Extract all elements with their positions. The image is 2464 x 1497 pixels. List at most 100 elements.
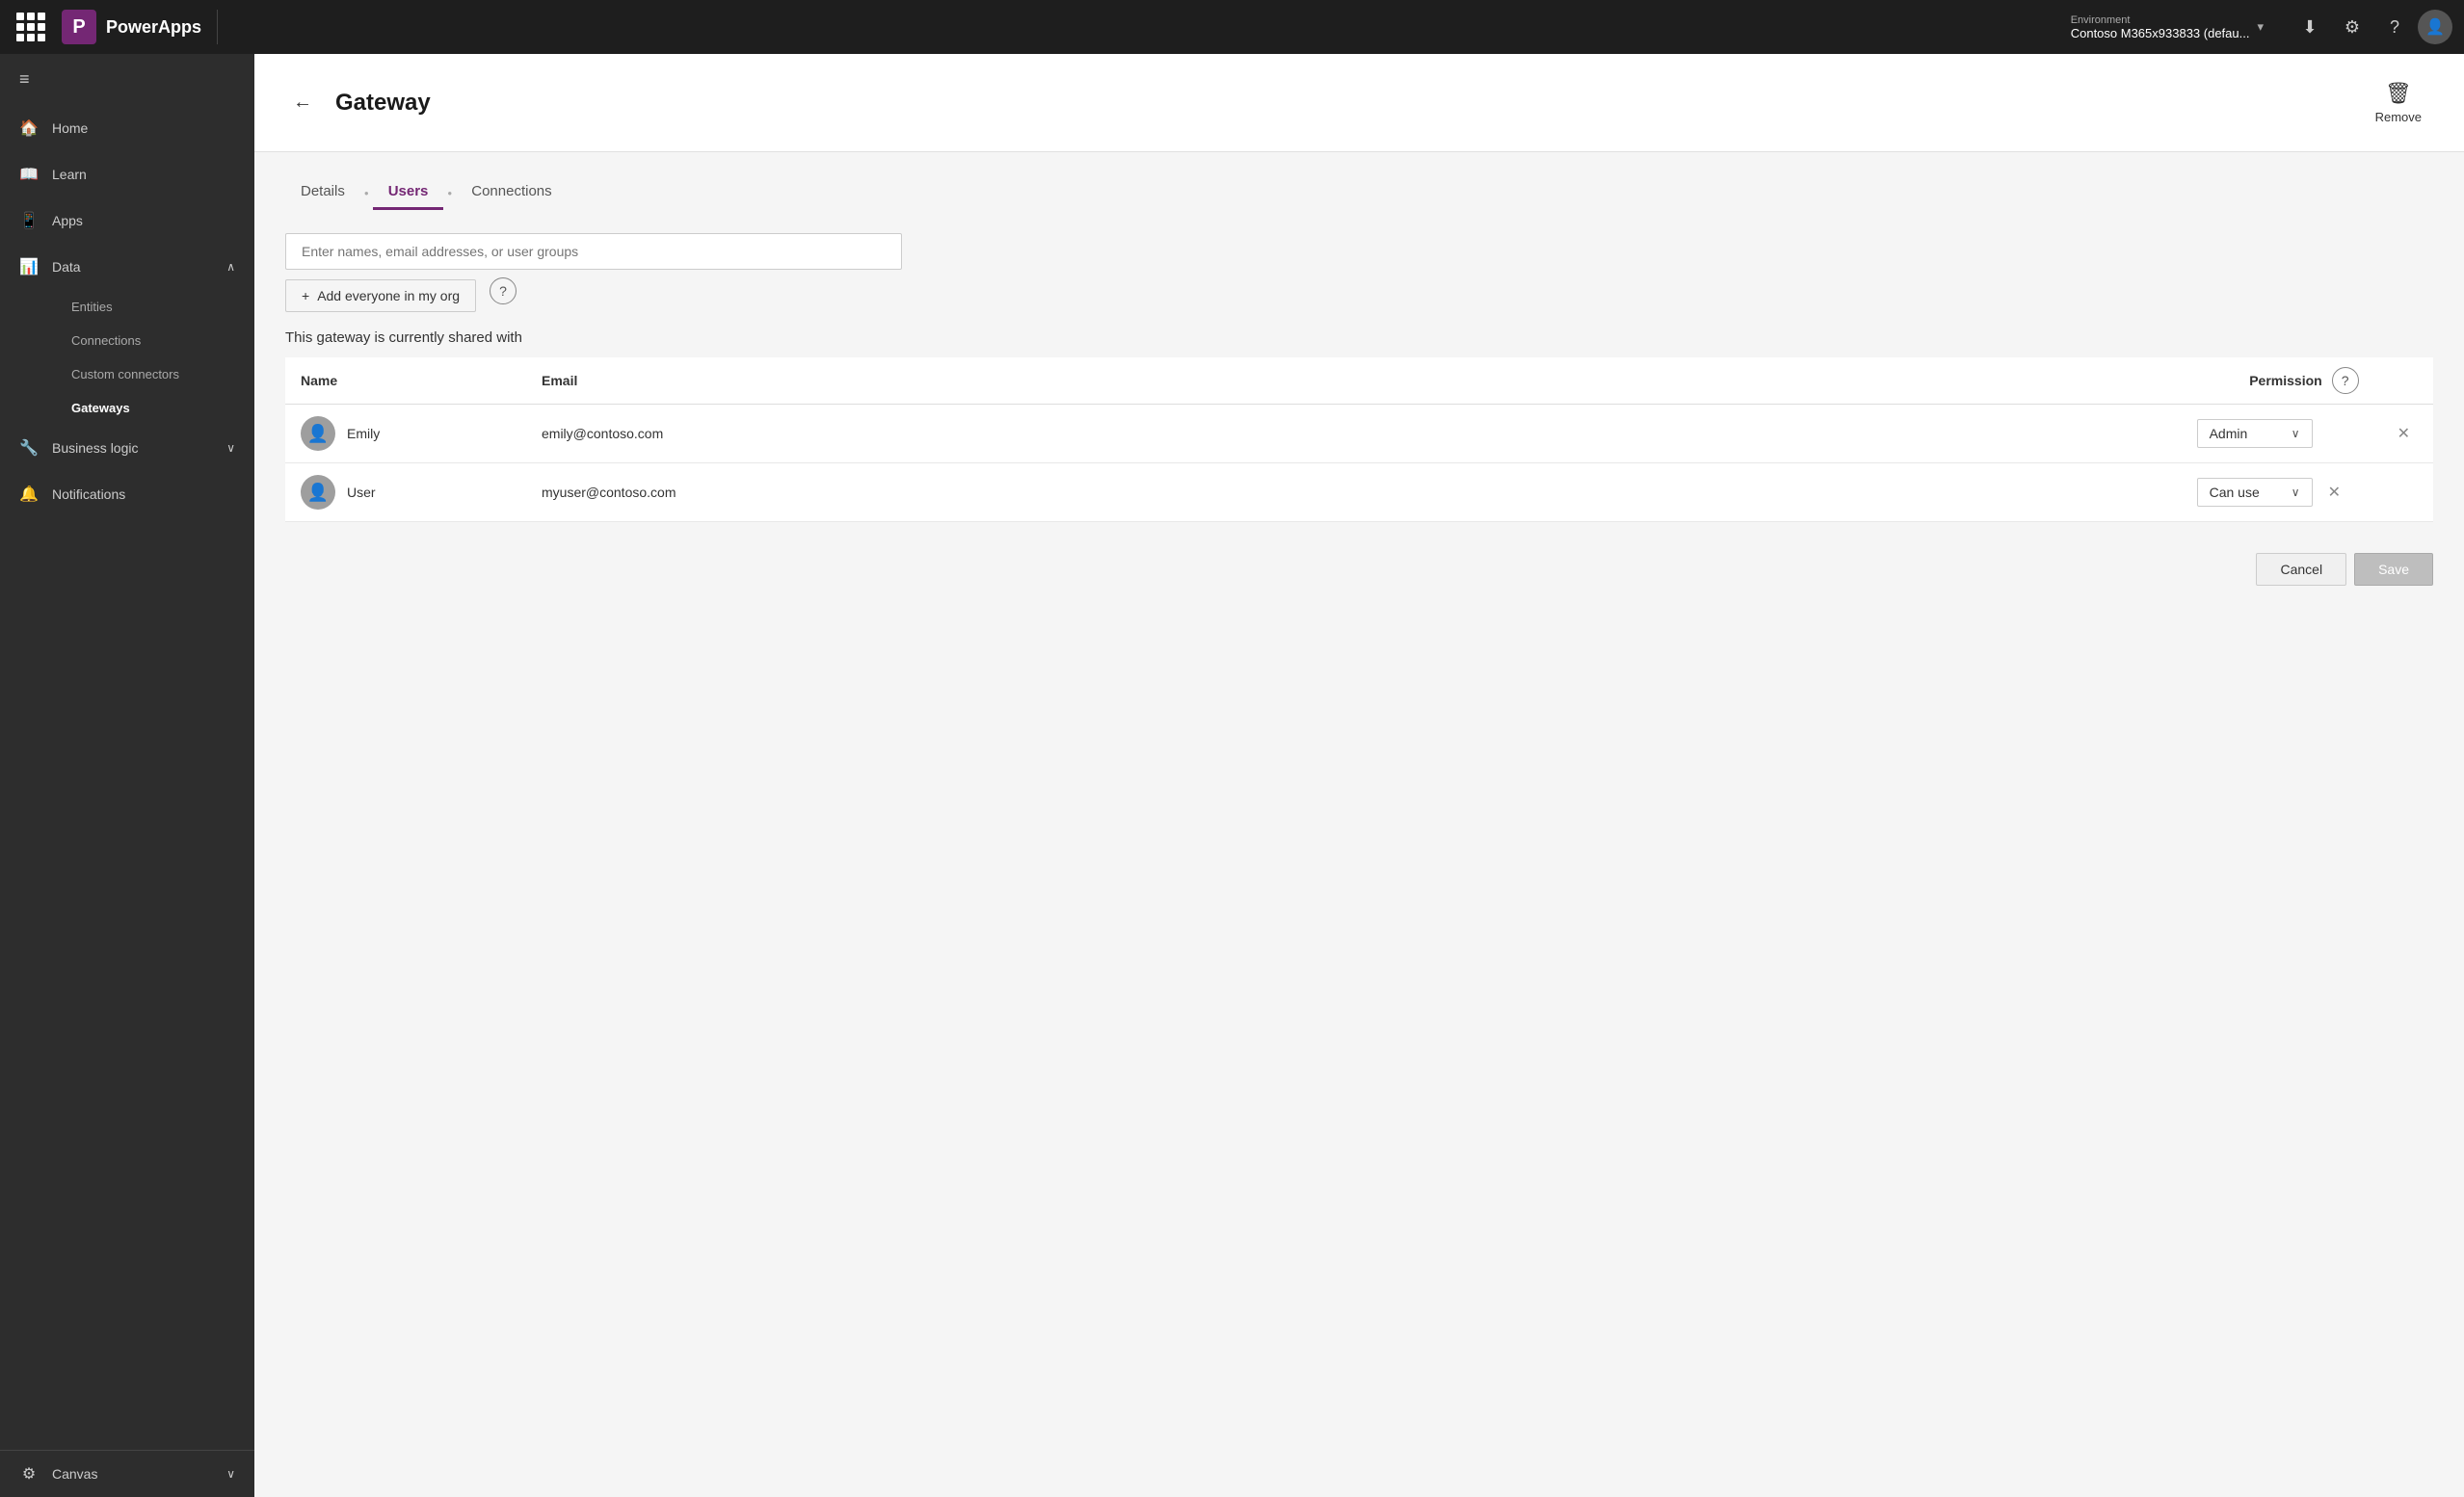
tabs: Details ● Users ● Connections bbox=[285, 175, 2433, 210]
canvas-chevron-icon: ∨ bbox=[226, 1467, 235, 1481]
avatar-user: 👤 bbox=[301, 475, 335, 510]
email-cell-user: myuser@contoso.com bbox=[526, 463, 2182, 522]
user-cell-emily: 👤 Emily bbox=[301, 416, 511, 451]
sidebar-item-apps-label: Apps bbox=[52, 213, 83, 228]
permission-dropdown-emily[interactable]: Admin ∨ bbox=[2197, 419, 2313, 448]
tab-connections[interactable]: Connections bbox=[456, 175, 567, 210]
main-content: ← Gateway 🗑 Remove Details ● Users ● bbox=[254, 54, 2464, 1497]
tab-dot-2: ● bbox=[447, 189, 452, 197]
shared-label: This gateway is currently shared with bbox=[285, 329, 2433, 346]
remove-row-button-user[interactable]: ✕ bbox=[2320, 479, 2348, 506]
sidebar-item-connections[interactable]: Connections bbox=[52, 324, 254, 357]
page-header-left: ← Gateway bbox=[285, 88, 431, 118]
remove-row-button-emily[interactable]: ✕ bbox=[2390, 420, 2418, 447]
sidebar-item-business-logic[interactable]: 🔧 Business logic ∨ bbox=[0, 425, 254, 471]
waffle-icon bbox=[16, 13, 45, 41]
sidebar-menu-button[interactable]: ≡ bbox=[0, 54, 254, 105]
plus-icon: + bbox=[302, 288, 309, 303]
business-logic-chevron-icon: ∨ bbox=[226, 441, 235, 455]
sidebar: ≡ 🏠 Home 📖 Learn 📱 Apps 📊 Data ∧ Entitie… bbox=[0, 54, 254, 1497]
user-search-input[interactable] bbox=[285, 233, 902, 270]
help-icon-button[interactable]: ? bbox=[490, 277, 517, 304]
permission-dropdown-user[interactable]: Can use ∨ bbox=[2197, 478, 2313, 507]
sidebar-bottom: ⚙ Canvas ∨ bbox=[0, 1450, 254, 1497]
save-button[interactable]: Save bbox=[2354, 553, 2433, 586]
col-header-name: Name bbox=[285, 357, 526, 405]
learn-icon: 📖 bbox=[19, 165, 39, 184]
sidebar-item-notifications-label: Notifications bbox=[52, 486, 125, 502]
page-header: ← Gateway 🗑 Remove bbox=[254, 54, 2464, 152]
add-everyone-row: + Add everyone in my org ? bbox=[285, 270, 2433, 312]
apps-icon: 📱 bbox=[19, 211, 39, 230]
user-name-cell: 👤 User bbox=[285, 463, 526, 522]
remove-label: Remove bbox=[2375, 110, 2422, 124]
permission-value-emily: Admin bbox=[2210, 426, 2248, 441]
download-button[interactable]: ⬇ bbox=[2291, 8, 2329, 46]
user-avatar-button[interactable]: 👤 bbox=[2418, 10, 2452, 44]
sidebar-item-learn[interactable]: 📖 Learn bbox=[0, 151, 254, 197]
sidebar-item-apps[interactable]: 📱 Apps bbox=[0, 197, 254, 244]
actions-cell-user bbox=[2374, 463, 2433, 522]
business-logic-icon: 🔧 bbox=[19, 438, 39, 458]
sidebar-item-entities[interactable]: Entities bbox=[52, 290, 254, 324]
avatar-person-icon: 👤 bbox=[307, 483, 329, 503]
notifications-icon: 🔔 bbox=[19, 485, 39, 504]
layout: ≡ 🏠 Home 📖 Learn 📱 Apps 📊 Data ∧ Entitie… bbox=[0, 54, 2464, 1497]
waffle-button[interactable] bbox=[0, 13, 62, 41]
permission-selector-emily: Admin ∨ bbox=[2197, 419, 2359, 448]
avatar-icon: 👤 bbox=[2425, 17, 2445, 37]
sidebar-item-notifications[interactable]: 🔔 Notifications bbox=[0, 471, 254, 517]
canvas-icon: ⚙ bbox=[19, 1464, 39, 1484]
footer-actions: Cancel Save bbox=[285, 553, 2433, 586]
user-name-emily: Emily bbox=[347, 426, 380, 441]
sidebar-item-gateways[interactable]: Gateways bbox=[52, 391, 254, 425]
top-nav: P PowerApps Environment Contoso M365x933… bbox=[0, 0, 2464, 54]
table-header: Name Email Permission ? bbox=[285, 357, 2433, 405]
trash-icon: 🗑 bbox=[2385, 81, 2412, 106]
cancel-button[interactable]: Cancel bbox=[2256, 553, 2346, 586]
settings-button[interactable]: ⚙ bbox=[2333, 8, 2371, 46]
data-submenu: Entities Connections Custom connectors G… bbox=[0, 290, 254, 425]
sidebar-item-data-label: Data bbox=[52, 259, 81, 275]
question-icon: ? bbox=[499, 283, 507, 299]
users-table: Name Email Permission ? bbox=[285, 357, 2433, 522]
sidebar-item-canvas[interactable]: ⚙ Canvas ∨ bbox=[0, 1451, 254, 1497]
sidebar-item-canvas-label: Canvas bbox=[52, 1466, 97, 1482]
tab-connections-label: Connections bbox=[471, 183, 551, 199]
tab-users[interactable]: Users bbox=[373, 175, 444, 210]
sidebar-item-home[interactable]: 🏠 Home bbox=[0, 105, 254, 151]
permission-help-button[interactable]: ? bbox=[2332, 367, 2359, 394]
user-name-user: User bbox=[347, 485, 376, 500]
permission-question-icon: ? bbox=[2342, 373, 2349, 388]
permission-selector-user: Can use ∨ ✕ bbox=[2197, 478, 2359, 507]
sidebar-item-business-logic-label: Business logic bbox=[52, 440, 139, 456]
back-button[interactable]: ← bbox=[285, 88, 320, 118]
environment-chevron-icon: ▾ bbox=[2257, 19, 2264, 35]
add-everyone-button[interactable]: + Add everyone in my org bbox=[285, 279, 476, 312]
tab-dot-1: ● bbox=[364, 189, 369, 197]
content-area: Details ● Users ● Connections + Add ever… bbox=[254, 152, 2464, 1497]
data-chevron-icon: ∧ bbox=[226, 260, 235, 274]
permission-value-user: Can use bbox=[2210, 485, 2260, 500]
environment-info: Environment Contoso M365x933833 (defau..… bbox=[2071, 14, 2250, 40]
tab-users-label: Users bbox=[388, 183, 429, 199]
avatar-person-icon: 👤 bbox=[307, 424, 329, 444]
hamburger-icon: ≡ bbox=[19, 69, 30, 90]
col-header-actions bbox=[2374, 357, 2433, 405]
actions-cell-emily: ✕ bbox=[2374, 405, 2433, 463]
user-cell-user: 👤 User bbox=[301, 475, 511, 510]
sidebar-item-data[interactable]: 📊 Data ∧ bbox=[0, 244, 254, 290]
brand-logo: P bbox=[62, 10, 96, 44]
sidebar-item-custom-connectors[interactable]: Custom connectors bbox=[52, 357, 254, 391]
table-row: 👤 User myuser@contoso.com Can use ∨ bbox=[285, 463, 2433, 522]
avatar-emily: 👤 bbox=[301, 416, 335, 451]
permission-chevron-icon-emily: ∨ bbox=[2292, 427, 2300, 440]
tab-details-label: Details bbox=[301, 183, 345, 199]
remove-button[interactable]: 🗑 Remove bbox=[2364, 73, 2433, 132]
help-button[interactable]: ? bbox=[2375, 8, 2414, 46]
tab-details[interactable]: Details bbox=[285, 175, 360, 210]
permission-cell-emily: Admin ∨ bbox=[2182, 405, 2374, 463]
environment-selector[interactable]: Environment Contoso M365x933833 (defau..… bbox=[2071, 14, 2279, 40]
data-icon: 📊 bbox=[19, 257, 39, 276]
home-icon: 🏠 bbox=[19, 118, 39, 138]
